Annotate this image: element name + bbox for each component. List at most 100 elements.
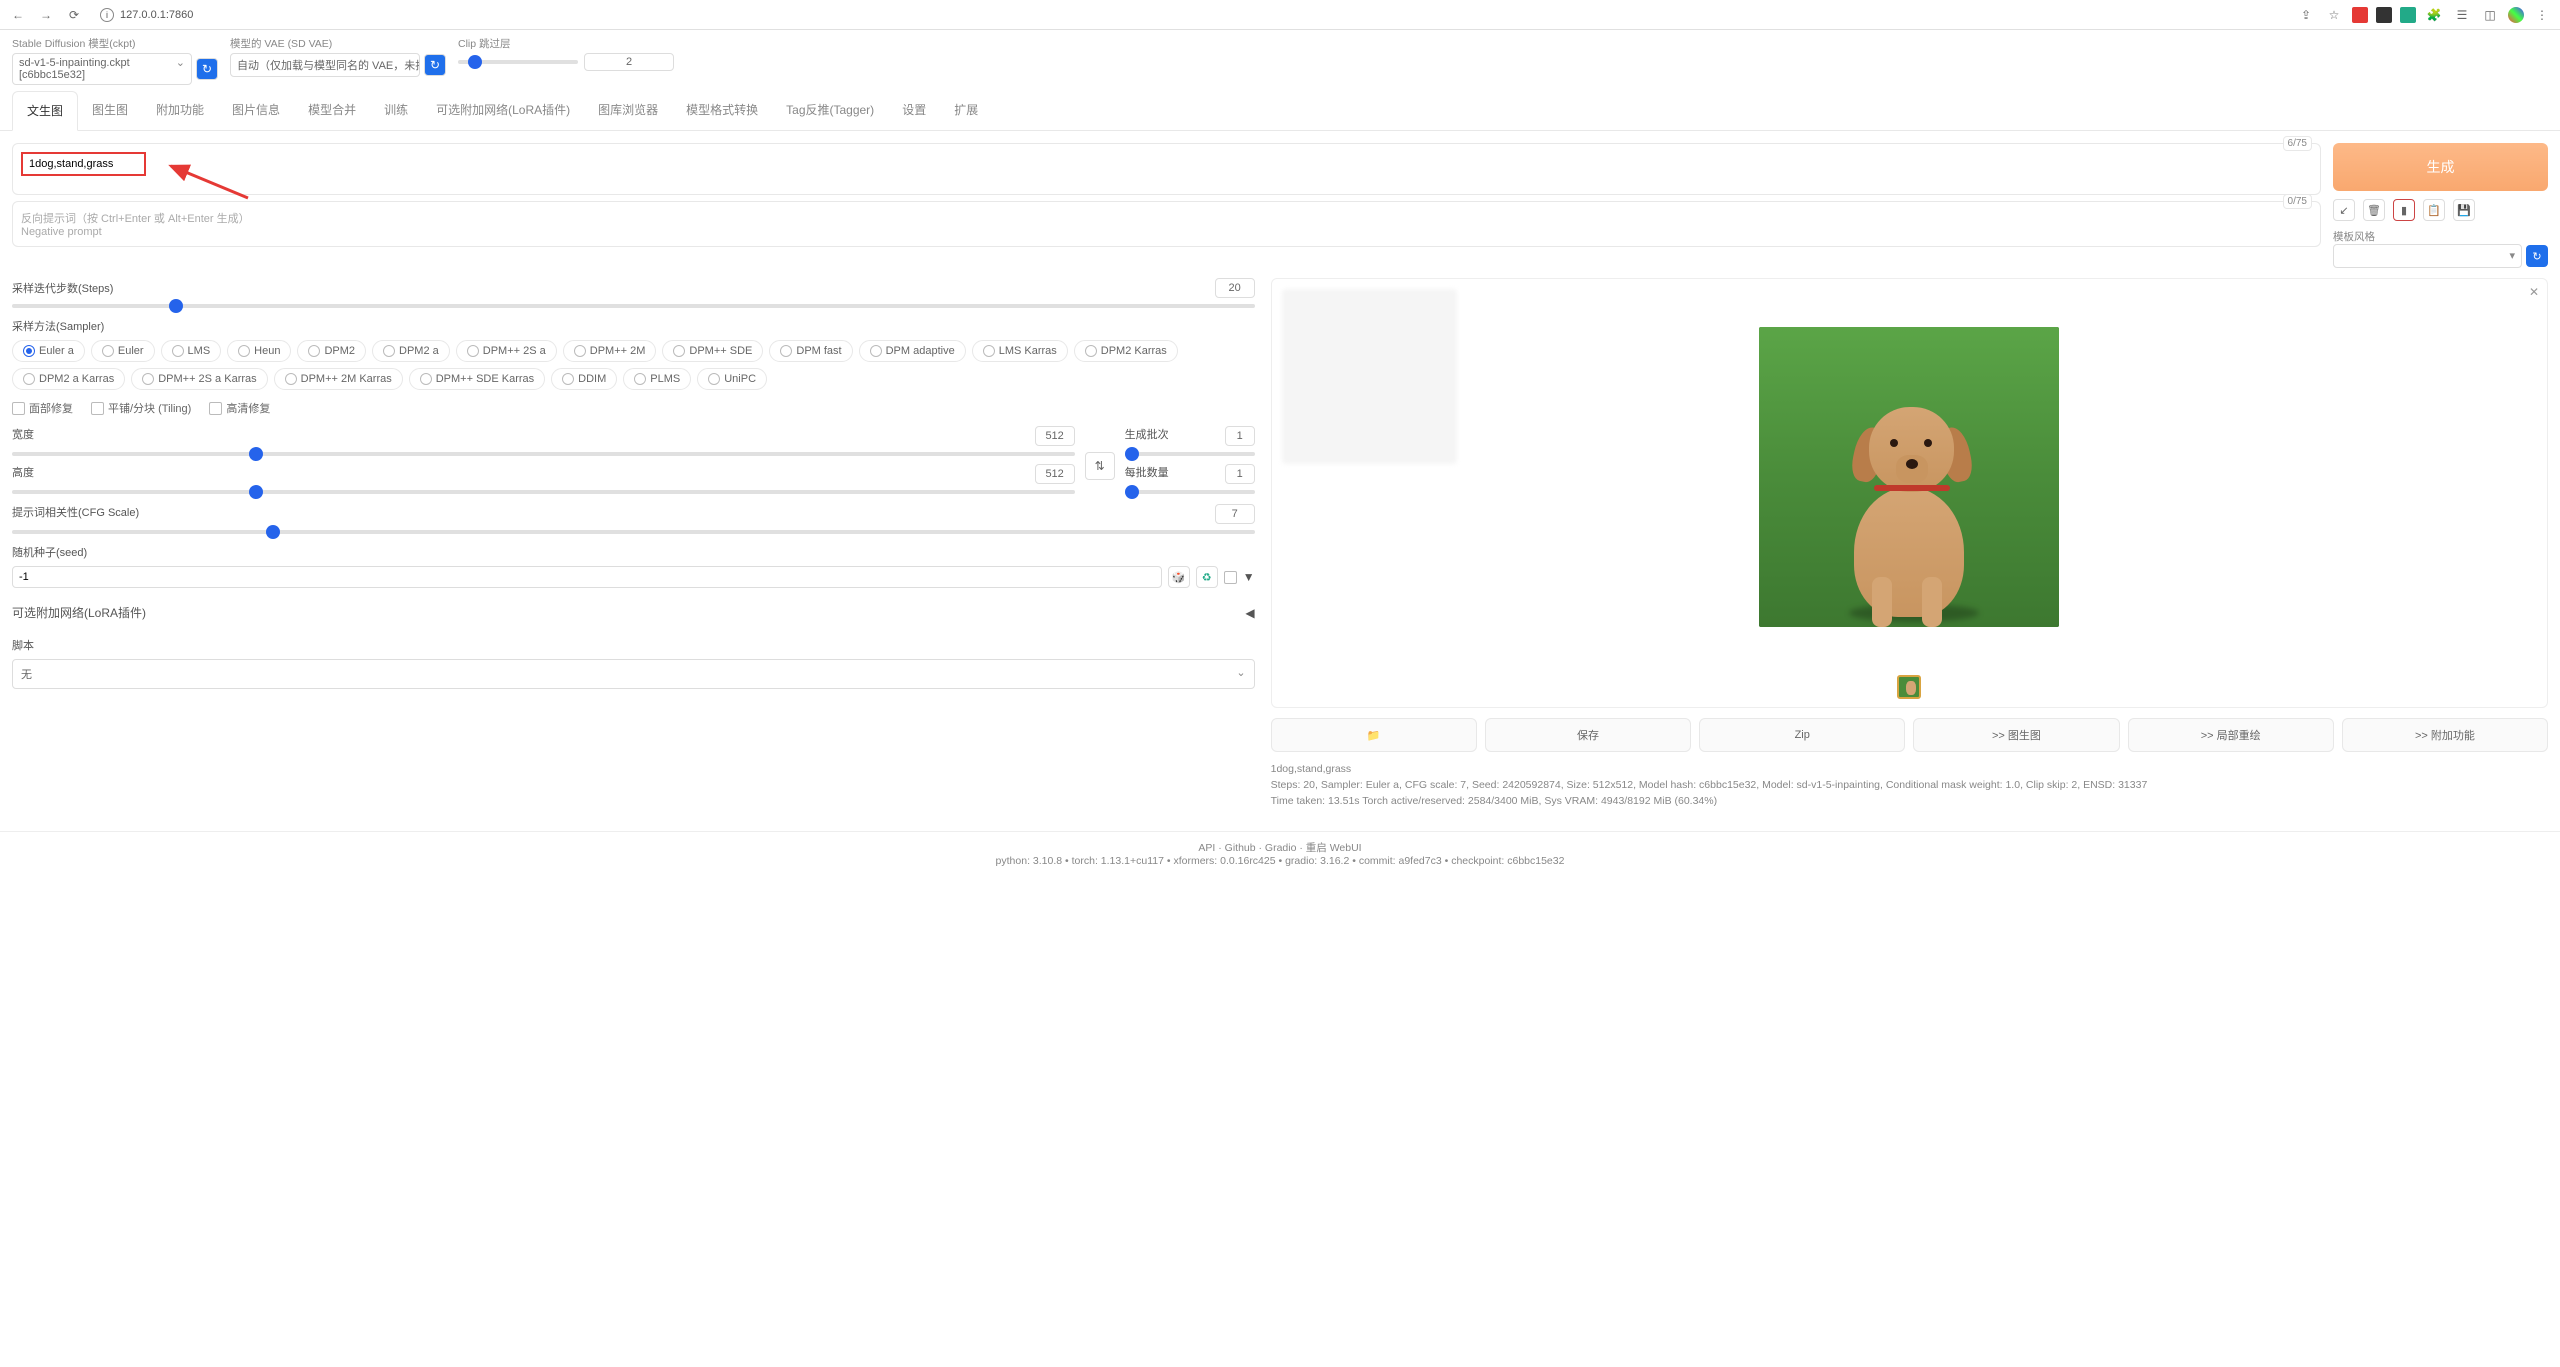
vae-select[interactable]: 自动（仅加载与模型同名的 VAE，未找到时不加载） [230,53,420,77]
negative-prompt-textarea[interactable]: 0/75 反向提示词（按 Ctrl+Enter 或 Alt+Enter 生成） … [12,201,2321,247]
card-icon[interactable]: ▮ [2393,199,2415,221]
width-value[interactable]: 512 [1035,426,1075,446]
url-text: 127.0.0.1:7860 [120,9,193,21]
script-select[interactable]: 无 [12,659,1255,689]
sampler-dpm2akarras[interactable]: DPM2 a Karras [12,368,125,390]
url-bar[interactable]: i 127.0.0.1:7860 [92,6,2288,24]
sampler-dpm2a[interactable]: DPM2 a [372,340,450,362]
sampler-euler-a[interactable]: Euler a [12,340,85,362]
batch-count-slider[interactable] [1125,452,1255,456]
tiling-checkbox[interactable]: 平铺/分块 (Tiling) [91,400,191,416]
tab-merge[interactable]: 模型合并 [294,91,370,130]
extensions-icon[interactable]: 🧩 [2424,5,2444,25]
height-value[interactable]: 512 [1035,464,1075,484]
reload-icon[interactable]: ⟳ [64,5,84,25]
ext-icon-2[interactable] [2376,7,2392,23]
sampler-dpm2karras[interactable]: DPM2 Karras [1074,340,1178,362]
share-icon[interactable]: ⇪ [2296,5,2316,25]
forward-icon[interactable]: → [36,5,56,25]
sampler-dpmppsde[interactable]: DPM++ SDE [662,340,763,362]
sampler-euler[interactable]: Euler [91,340,155,362]
batch-count-value[interactable]: 1 [1225,426,1255,446]
model-select[interactable]: sd-v1-5-inpainting.ckpt [c6bbc15e32] [12,53,192,85]
face-restore-checkbox[interactable]: 面部修复 [12,400,73,416]
close-icon[interactable]: ✕ [2529,285,2539,299]
tab-lora[interactable]: 可选附加网络(LoRA插件) [422,91,584,130]
zip-button[interactable]: Zip [1699,718,1905,752]
sampler-lmskarras[interactable]: LMS Karras [972,340,1068,362]
width-slider[interactable] [12,452,1075,456]
sampler-lms[interactable]: LMS [161,340,222,362]
output-thumbnail[interactable] [1897,675,1921,699]
ext-icon-1[interactable] [2352,7,2368,23]
recycle-icon[interactable]: ♻ [1196,566,1218,588]
tab-pnginfo[interactable]: 图片信息 [218,91,294,130]
swap-dimensions-button[interactable]: ⇅ [1085,452,1115,480]
tab-train[interactable]: 训练 [370,91,422,130]
tab-img2img[interactable]: 图生图 [78,91,142,130]
tab-extras[interactable]: 附加功能 [142,91,218,130]
open-folder-button[interactable]: 📁 [1271,718,1477,752]
sampler-heun[interactable]: Heun [227,340,291,362]
clip-value[interactable]: 2 [584,53,674,71]
model-refresh-button[interactable]: ↻ [196,58,218,80]
style-select[interactable] [2333,244,2522,268]
tab-extensions[interactable]: 扩展 [940,91,992,130]
apply-style-button[interactable]: ↻ [2526,245,2548,267]
save-button[interactable]: 保存 [1485,718,1691,752]
output-image[interactable] [1759,327,2059,627]
clip-slider[interactable] [458,60,578,64]
seed-expand-icon[interactable]: ▼ [1243,570,1255,584]
hires-checkbox[interactable]: 高清修复 [209,400,270,416]
prompt-textarea[interactable]: 6/75 [12,143,2321,195]
vae-refresh-button[interactable]: ↻ [424,54,446,76]
sampler-dpmpp2sakarras[interactable]: DPM++ 2S a Karras [131,368,267,390]
arrow-icon[interactable]: ↙ [2333,199,2355,221]
clipboard-icon[interactable]: 📋 [2423,199,2445,221]
steps-value[interactable]: 20 [1215,278,1255,298]
sampler-plms[interactable]: PLMS [623,368,691,390]
sampler-dpmppsde-karras[interactable]: DPM++ SDE Karras [409,368,545,390]
steps-slider[interactable] [12,304,1255,308]
sampler-dpmpp2mkarras[interactable]: DPM++ 2M Karras [274,368,403,390]
back-icon[interactable]: ← [8,5,28,25]
footer: API · Github · Gradio · 重启 WebUI python:… [0,831,2560,875]
menu-icon[interactable]: ⋮ [2532,5,2552,25]
batch-size-label: 每批数量 [1125,464,1169,484]
sampler-dpm2[interactable]: DPM2 [297,340,366,362]
lora-expand[interactable]: 可选附加网络(LoRA插件)◀ [12,598,1255,627]
tab-browser[interactable]: 图库浏览器 [584,91,672,130]
ext-icon-3[interactable] [2400,7,2416,23]
star-icon[interactable]: ☆ [2324,5,2344,25]
trash-icon[interactable]: 🗑 [2363,199,2385,221]
tab-tagger[interactable]: Tag反推(Tagger) [772,91,888,130]
generate-button[interactable]: 生成 [2333,143,2548,191]
footer-links[interactable]: API · Github · Gradio · 重启 WebUI [0,840,2560,855]
send-inpaint-button[interactable]: >> 局部重绘 [2128,718,2334,752]
batch-size-value[interactable]: 1 [1225,464,1255,484]
sampler-dpmadaptive[interactable]: DPM adaptive [859,340,966,362]
site-info-icon[interactable]: i [100,8,114,22]
save-style-icon[interactable]: 💾 [2453,199,2475,221]
tab-settings[interactable]: 设置 [888,91,940,130]
seed-input[interactable] [12,566,1162,588]
sampler-dpmpp2m[interactable]: DPM++ 2M [563,340,657,362]
sampler-unipc[interactable]: UniPC [697,368,767,390]
cfg-slider[interactable] [12,530,1255,534]
send-img2img-button[interactable]: >> 图生图 [1913,718,2119,752]
height-slider[interactable] [12,490,1075,494]
batch-size-slider[interactable] [1125,490,1255,494]
dice-icon[interactable]: 🎲 [1168,566,1190,588]
seed-extra-checkbox[interactable] [1224,571,1237,584]
panel-icon[interactable]: ◫ [2480,5,2500,25]
sampler-dpmfast[interactable]: DPM fast [769,340,852,362]
send-extras-button[interactable]: >> 附加功能 [2342,718,2548,752]
sampler-dpmpp2sa[interactable]: DPM++ 2S a [456,340,557,362]
prompt-input[interactable] [29,158,138,170]
sampler-ddim[interactable]: DDIM [551,368,617,390]
tab-txt2img[interactable]: 文生图 [12,91,78,131]
reading-list-icon[interactable]: ☰ [2452,5,2472,25]
profile-avatar[interactable] [2508,7,2524,23]
tab-convert[interactable]: 模型格式转换 [672,91,772,130]
cfg-value[interactable]: 7 [1215,504,1255,524]
